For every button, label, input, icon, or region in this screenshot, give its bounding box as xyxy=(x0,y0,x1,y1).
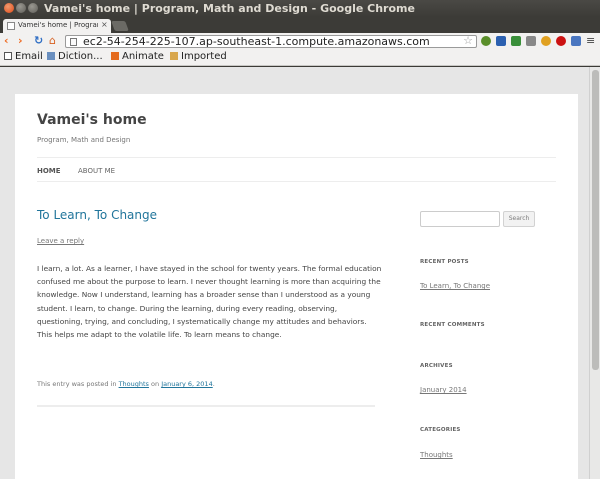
bookmark-star-icon[interactable]: ☆ xyxy=(463,34,473,47)
browser-toolbar: ‹ › ↻ ⌂ ec2-54-254-225-107.ap-southeast-… xyxy=(0,33,600,50)
search-input[interactable] xyxy=(420,211,500,227)
archive-link[interactable]: January 2014 xyxy=(420,386,467,394)
page-icon xyxy=(4,52,12,60)
tab-close-icon[interactable]: × xyxy=(101,20,108,29)
browser-tab[interactable]: Vamei's home | Program... × xyxy=(3,19,111,33)
date-link[interactable]: January 6, 2014 xyxy=(161,380,213,388)
divider xyxy=(37,405,375,407)
url-text[interactable]: ec2-54-254-225-107.ap-southeast-1.comput… xyxy=(83,35,430,48)
page-viewport: Vamei's home Program, Math and Design HO… xyxy=(0,67,600,479)
window-minimize-button[interactable] xyxy=(16,3,26,13)
recent-comments-heading: RECENT COMMENTS xyxy=(420,322,485,328)
search-button[interactable]: Search xyxy=(503,211,535,227)
divider xyxy=(37,157,556,158)
extension-icon[interactable] xyxy=(541,36,551,46)
extension-icon[interactable] xyxy=(496,36,506,46)
window-titlebar: Vamei's home | Program, Math and Design … xyxy=(0,0,600,17)
bookmark-email[interactable]: Email xyxy=(4,51,43,62)
window-close-button[interactable] xyxy=(4,3,14,13)
window-maximize-button[interactable] xyxy=(28,3,38,13)
category-link[interactable]: Thoughts xyxy=(119,380,149,388)
archives-heading: ARCHIVES xyxy=(420,363,453,369)
page-icon xyxy=(7,22,15,30)
tab-strip: Vamei's home | Program... × xyxy=(0,17,600,33)
dictionary-icon xyxy=(47,52,55,60)
site-page: Vamei's home Program, Math and Design HO… xyxy=(15,94,578,479)
reload-icon[interactable]: ↻ xyxy=(34,34,43,48)
recent-posts-heading: RECENT POSTS xyxy=(420,259,469,265)
recent-post-link[interactable]: To Learn, To Change xyxy=(420,282,490,290)
extension-icon[interactable] xyxy=(511,36,521,46)
post-meta-on: on xyxy=(148,380,162,388)
opera-extension-icon[interactable] xyxy=(556,36,566,46)
bookmark-label: Diction... xyxy=(58,51,103,62)
tab-label: Vamei's home | Program... xyxy=(18,21,98,29)
back-icon[interactable]: ‹ xyxy=(4,34,9,48)
site-description: Program, Math and Design xyxy=(37,136,131,144)
vertical-scrollbar[interactable] xyxy=(589,67,600,479)
nav-item-home[interactable]: HOME xyxy=(37,167,61,175)
bookmark-dictionary[interactable]: Diction... xyxy=(47,51,103,62)
post-body: I learn, a lot. As a learner, I have sta… xyxy=(37,264,382,340)
new-tab-button[interactable] xyxy=(111,21,129,31)
bookmark-label: Imported xyxy=(181,51,227,62)
folder-icon xyxy=(170,52,178,60)
post-title[interactable]: To Learn, To Change xyxy=(37,208,157,222)
home-icon[interactable]: ⌂ xyxy=(49,34,56,48)
python-extension-icon[interactable] xyxy=(571,36,581,46)
categories-heading: CATEGORIES xyxy=(420,427,461,433)
post-meta: This entry was posted in Thoughts on Jan… xyxy=(37,380,215,388)
divider xyxy=(37,181,556,182)
bookmarks-bar: Email Diction... Animate Imported xyxy=(0,50,600,66)
bookmark-label: Email xyxy=(15,51,43,62)
scrollbar-thumb[interactable] xyxy=(592,70,599,370)
address-bar[interactable]: ec2-54-254-225-107.ap-southeast-1.comput… xyxy=(65,34,477,48)
post-meta-suffix: . xyxy=(212,380,215,388)
bookmark-animate[interactable]: Animate xyxy=(111,51,164,62)
leave-reply-link[interactable]: Leave a reply xyxy=(37,237,84,245)
extension-icon[interactable] xyxy=(481,36,491,46)
post-meta-prefix: This entry was posted in xyxy=(37,380,119,388)
animate-icon xyxy=(111,52,119,60)
forward-icon[interactable]: › xyxy=(18,34,23,48)
bookmark-imported[interactable]: Imported xyxy=(170,51,227,62)
bookmark-label: Animate xyxy=(122,51,164,62)
extension-icon[interactable] xyxy=(526,36,536,46)
category-link[interactable]: Thoughts xyxy=(420,451,453,459)
site-title[interactable]: Vamei's home xyxy=(37,112,147,128)
chrome-menu-icon[interactable]: ≡ xyxy=(586,34,595,47)
nav-item-about-me[interactable]: ABOUT ME xyxy=(78,167,115,175)
page-icon xyxy=(70,38,77,46)
window-title: Vamei's home | Program, Math and Design … xyxy=(44,2,415,15)
